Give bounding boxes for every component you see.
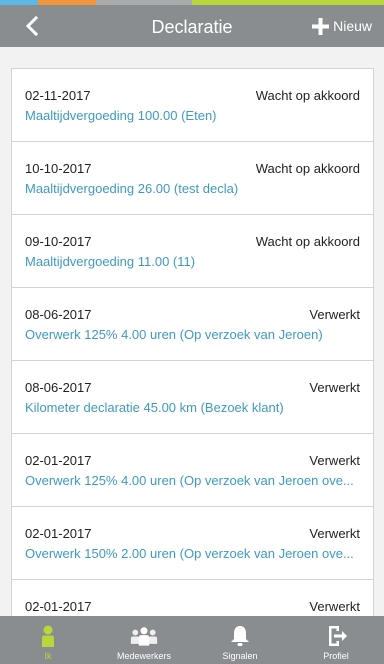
list-item[interactable]: 09-10-2017 Wacht op akkoord Maaltijdverg… xyxy=(12,215,373,288)
list-item[interactable]: 02-01-2017 Verwerkt Overwerk 125% 4.00 u… xyxy=(12,434,373,507)
item-status: Verwerkt xyxy=(309,307,360,322)
item-description: Kilometer declaratie 45.00 km (Bezoek kl… xyxy=(25,400,284,415)
item-date: 09-10-2017 xyxy=(25,234,92,249)
nav-item-signalen[interactable]: Signalen xyxy=(192,616,288,664)
item-date: 02-11-2017 xyxy=(25,88,91,103)
item-description: Overwerk 150% 2.00 uren (Op verzoek van … xyxy=(25,546,354,561)
bottom-navigation: Ik Medewerkers Signalen Profiel xyxy=(0,616,384,664)
back-button[interactable] xyxy=(20,13,46,39)
nav-label: Ik xyxy=(44,651,52,661)
item-date: 10-10-2017 xyxy=(25,161,92,176)
item-description: Overwerk 125% 4.00 uren (Op verzoek van … xyxy=(25,327,323,342)
nav-label: Medewerkers xyxy=(116,651,172,661)
group-icon xyxy=(130,627,158,646)
plus-icon xyxy=(312,17,330,35)
new-button-label: Nieuw xyxy=(333,18,372,34)
list-item[interactable]: 08-06-2017 Verwerkt Kilometer declaratie… xyxy=(12,361,373,434)
list-item[interactable]: 02-01-2017 Verwerkt Overwerk 150% 2.00 u… xyxy=(12,507,373,580)
chevron-left-icon xyxy=(25,15,39,37)
item-date: 02-01-2017 xyxy=(25,526,92,541)
item-status: Verwerkt xyxy=(309,599,360,614)
item-status: Verwerkt xyxy=(309,526,360,541)
item-description: Maaltijdvergoeding 11.00 (11) xyxy=(25,254,196,269)
item-description: Maaltijdvergoeding 100.00 (Eten) xyxy=(25,108,217,123)
list-item[interactable]: 02-01-2017 Verwerkt xyxy=(12,580,373,616)
item-status: Wacht op akkoord xyxy=(255,234,360,249)
item-date: 08-06-2017 xyxy=(25,307,92,322)
item-date: 08-06-2017 xyxy=(25,380,92,395)
item-date: 02-01-2017 xyxy=(25,599,92,614)
item-status: Verwerkt xyxy=(309,380,360,395)
declaration-list[interactable]: 02-11-2017 Wacht op akkoord Maaltijdverg… xyxy=(11,68,374,616)
item-status: Wacht op akkoord xyxy=(255,88,360,103)
nav-item-profiel[interactable]: Profiel xyxy=(288,616,384,664)
item-date: 02-01-2017 xyxy=(25,453,92,468)
nav-item-ik[interactable]: Ik xyxy=(0,616,96,664)
nav-item-medewerkers[interactable]: Medewerkers xyxy=(96,616,192,664)
logout-icon xyxy=(329,626,347,646)
list-item[interactable]: 10-10-2017 Wacht op akkoord Maaltijdverg… xyxy=(12,142,373,215)
nav-label: Signalen xyxy=(222,651,258,661)
header-bar: Declaratie Nieuw xyxy=(0,5,384,47)
list-item[interactable]: 08-06-2017 Verwerkt Overwerk 125% 4.00 u… xyxy=(12,288,373,361)
bell-icon xyxy=(231,626,249,646)
item-description: Overwerk 125% 4.00 uren (Op verzoek van … xyxy=(25,473,354,488)
nav-label: Profiel xyxy=(323,651,349,661)
list-item[interactable]: 02-11-2017 Wacht op akkoord Maaltijdverg… xyxy=(12,69,373,142)
item-description: Maaltijdvergoeding 26.00 (test decla) xyxy=(25,181,239,196)
new-button[interactable]: Nieuw xyxy=(312,15,372,37)
person-icon xyxy=(42,625,54,647)
item-status: Verwerkt xyxy=(309,453,360,468)
item-status: Wacht op akkoord xyxy=(255,161,360,176)
